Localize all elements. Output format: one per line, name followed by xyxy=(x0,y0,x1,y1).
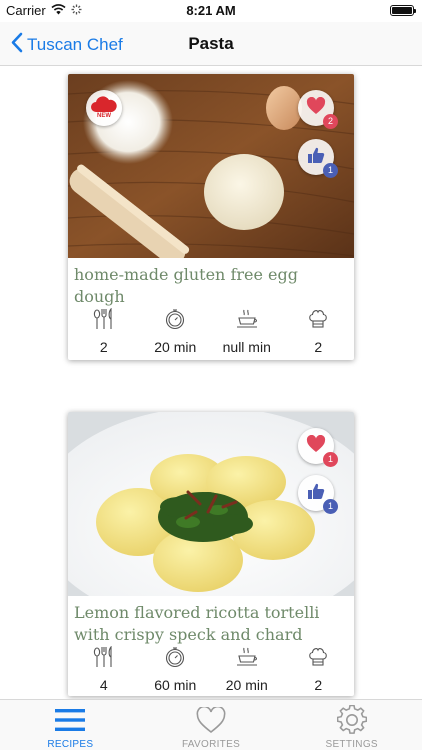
recipe-stats: 2 20 min null min 2 xyxy=(68,306,354,355)
difficulty-stat: 2 xyxy=(283,306,355,355)
favorites-count-badge: 2 xyxy=(323,114,338,129)
servings-value: 2 xyxy=(99,339,108,355)
recipe-image: NEW 2 1 xyxy=(68,74,354,258)
difficulty-value: 2 xyxy=(314,339,323,355)
thumbs-up-icon xyxy=(307,482,325,505)
tab-recipes[interactable]: RECIPES xyxy=(0,700,141,750)
favorites-count-badge: 1 xyxy=(323,452,338,467)
tab-favorites-label: FAVORITES xyxy=(181,739,241,750)
servings-value: 4 xyxy=(99,677,108,693)
cook-time-stat: null min xyxy=(211,306,283,355)
tab-settings[interactable]: SETTINGS xyxy=(281,700,422,750)
cook-time-value: null min xyxy=(222,339,271,355)
status-time: 8:21 AM xyxy=(186,3,236,18)
page-title: Pasta xyxy=(188,34,234,53)
timer-icon xyxy=(164,306,186,332)
prep-time-value: 20 min xyxy=(154,339,197,355)
gear-icon xyxy=(336,705,367,735)
new-recipe-badge: NEW xyxy=(86,90,122,126)
chef-hat-icon xyxy=(307,644,329,670)
timer-icon xyxy=(164,644,186,670)
tab-recipes-label: RECIPES xyxy=(47,739,94,750)
thumbs-up-icon xyxy=(307,146,325,169)
recipe-image: 1 1 xyxy=(68,412,354,596)
servings-stat: 4 xyxy=(68,644,140,693)
recipe-title: home-made gluten free egg dough xyxy=(74,265,298,306)
difficulty-value: 2 xyxy=(314,677,323,693)
tab-bar: RECIPES FAVORITES SETTINGS xyxy=(0,699,422,750)
prep-time-stat: 20 min xyxy=(140,306,212,355)
recipe-card[interactable]: 1 1 Lemon flavored ricotta tortelli with… xyxy=(68,412,354,696)
cooking-pot-icon xyxy=(236,306,258,332)
heart-icon xyxy=(196,705,226,735)
prep-time-value: 60 min xyxy=(154,677,197,693)
cutlery-icon xyxy=(93,306,115,332)
recipe-title: Lemon flavored ricotta tortelli with cri… xyxy=(74,603,320,644)
likes-count-badge: 1 xyxy=(323,163,338,178)
likes-count-badge: 1 xyxy=(323,499,338,514)
prep-time-stat: 60 min xyxy=(140,644,212,693)
favorite-button[interactable]: 1 xyxy=(298,428,338,467)
tab-favorites[interactable]: FAVORITES xyxy=(141,700,282,750)
like-button[interactable]: 1 xyxy=(298,475,338,514)
cooking-pot-icon xyxy=(236,644,258,670)
new-label: NEW xyxy=(97,113,111,119)
heart-icon xyxy=(306,96,326,120)
like-button[interactable]: 1 xyxy=(298,139,338,178)
heart-icon xyxy=(306,434,326,458)
recipe-card[interactable]: NEW 2 1 home-made gluten free egg dough … xyxy=(68,74,354,360)
cook-time-value: 20 min xyxy=(225,677,268,693)
navigation-bar: Tuscan Chef Pasta xyxy=(0,22,422,66)
cook-time-stat: 20 min xyxy=(211,644,283,693)
difficulty-stat: 2 xyxy=(283,644,355,693)
favorite-button[interactable]: 2 xyxy=(298,90,338,129)
status-bar: Carrier 8:21 AM xyxy=(0,0,422,22)
tab-settings-label: SETTINGS xyxy=(325,739,378,750)
chef-hat-icon xyxy=(307,306,329,332)
recipe-stats: 4 60 min 20 min 2 xyxy=(68,644,354,693)
menu-icon xyxy=(55,705,86,735)
servings-stat: 2 xyxy=(68,306,140,355)
cutlery-icon xyxy=(93,644,115,670)
new-cloud-icon: NEW xyxy=(90,96,118,120)
battery-icon xyxy=(390,5,416,16)
